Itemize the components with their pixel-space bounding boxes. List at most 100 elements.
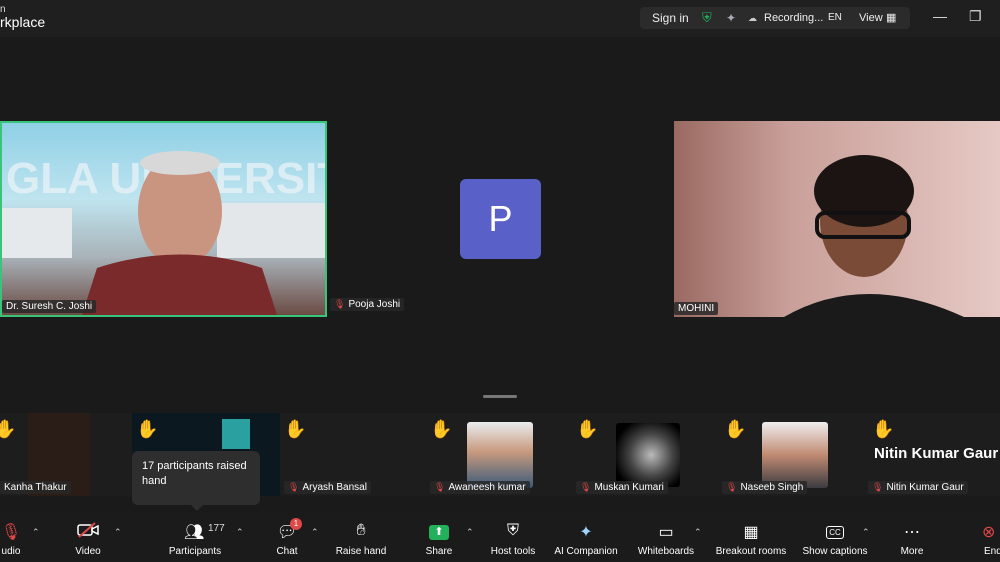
video-off-icon xyxy=(68,522,108,543)
host-tools-button[interactable]: ⛨ Host tools xyxy=(484,513,542,562)
participant-name-label: 🎙︎ Pooja Joshi xyxy=(330,298,405,311)
raised-hand-icon: ✋ xyxy=(430,419,453,439)
chat-unread-badge: 1 xyxy=(290,518,302,530)
share-label: Share xyxy=(425,546,453,557)
video-tile-active-speaker[interactable]: GLA UNIVERSITY Dr. Suresh C. Joshi xyxy=(0,121,327,317)
mic-off-icon: 🎙︎ xyxy=(726,482,738,492)
participant-display-name: Nitin Kumar Gaur xyxy=(874,445,999,462)
share-button[interactable]: ⬆ Share xyxy=(420,513,458,562)
grid-view-icon[interactable]: ▦ xyxy=(886,7,896,29)
shield-check-icon[interactable]: ⛨ xyxy=(702,7,712,29)
sign-in-button[interactable]: Sign in xyxy=(652,7,689,29)
sparkle-icon: ✦ xyxy=(579,524,593,541)
captions-icon: CC xyxy=(800,522,870,540)
speaker-video: GLA UNIVERSITY xyxy=(2,151,325,315)
tooltip-arrow xyxy=(191,505,203,511)
video-tile[interactable]: MOHINI xyxy=(674,121,1000,317)
end-button[interactable]: ⊗ End xyxy=(978,513,1000,562)
raise-hand-button[interactable]: ✋︎ Raise hand xyxy=(332,513,390,562)
participants-count: 177 xyxy=(208,523,225,534)
shield-icon: ⛨ xyxy=(506,522,519,539)
share-options-caret[interactable]: ⌃ xyxy=(466,527,474,538)
participant-name: Muskan Kumari xyxy=(594,482,664,493)
audio-label: udio xyxy=(1,546,21,557)
more-icon: ⋯ xyxy=(904,524,920,541)
chat-button[interactable]: 💬︎ 1 Chat xyxy=(270,513,304,562)
strip-resize-handle[interactable] xyxy=(483,395,517,398)
raise-hand-label: Raise hand xyxy=(335,546,387,557)
mic-off-icon: 🎙︎ xyxy=(288,482,300,492)
participant-name: Nitin Kumar Gaur xyxy=(886,482,964,493)
strip-tile[interactable]: ✋ 🎙︎ Aryash Bansal xyxy=(280,413,426,496)
video-options-caret[interactable]: ⌃ xyxy=(114,527,122,538)
participant-name: Kanha Thakur xyxy=(4,482,67,493)
participant-video xyxy=(784,155,964,317)
mic-off-icon: 🎙︎ xyxy=(434,482,446,492)
participants-button[interactable]: 👥︎ 177 Participants xyxy=(162,513,228,562)
raised-hand-icon: ✋ xyxy=(724,419,747,439)
show-captions-label: Show captions xyxy=(802,546,868,557)
participants-options-caret[interactable]: ⌃ xyxy=(236,527,244,538)
strip-tile[interactable]: ✋ Nitin Kumar Gaur 🎙︎ Nitin Kumar Gaur xyxy=(864,413,1000,496)
raised-hand-icon: ✋ xyxy=(284,419,307,439)
view-button[interactable]: View xyxy=(859,7,883,29)
participant-name-label: Kanha Thakur xyxy=(0,481,71,494)
participant-name: Naseeb Singh xyxy=(740,482,804,493)
video-button[interactable]: Video xyxy=(68,513,108,562)
strip-tile[interactable]: ✋ 🎙︎ Naseeb Singh xyxy=(718,413,864,496)
breakout-rooms-button[interactable]: ▦ Breakout rooms xyxy=(712,513,790,562)
logo-line2: rkplace xyxy=(0,14,46,30)
host-tools-label: Host tools xyxy=(490,546,536,557)
chat-options-caret[interactable]: ⌃ xyxy=(311,527,319,538)
participant-name: MOHINI xyxy=(678,303,715,314)
video-label: Video xyxy=(75,546,101,557)
strip-tile[interactable]: ✋ 🎙︎ Awaneesh kumar xyxy=(426,413,572,496)
more-button[interactable]: ⋯ More xyxy=(892,513,932,562)
whiteboards-button[interactable]: ▭ Whiteboards xyxy=(634,513,698,562)
mic-off-icon: 🎙︎ xyxy=(872,482,884,492)
end-icon: ⊗ xyxy=(982,524,996,541)
captions-options-caret[interactable]: ⌃ xyxy=(862,527,870,538)
participant-name-label: 🎙︎ Naseeb Singh xyxy=(722,481,808,494)
ai-companion-label: AI Companion xyxy=(554,546,618,557)
participant-name-label: Dr. Suresh C. Joshi xyxy=(2,300,97,313)
participant-name-label: MOHINI xyxy=(674,302,719,315)
end-label: End xyxy=(984,546,1000,557)
recording-status[interactable]: Recording... xyxy=(764,7,823,29)
participant-name: Dr. Suresh C. Joshi xyxy=(6,301,93,312)
language-button[interactable]: EN xyxy=(828,7,842,29)
raised-hand-icon: ✋ xyxy=(0,419,17,439)
breakout-rooms-label: Breakout rooms xyxy=(715,546,787,557)
participant-name-label: 🎙︎ Muskan Kumari xyxy=(576,481,668,494)
title-controls: Sign in ⛨ ✦ ☁ Recording... EN View ▦ xyxy=(640,7,910,29)
sparkle-icon[interactable]: ✦ xyxy=(726,7,736,29)
participants-label: Participants xyxy=(168,546,222,557)
participant-name-label: 🎙︎ Nitin Kumar Gaur xyxy=(868,481,968,494)
ai-companion-button[interactable]: ✦ AI Companion xyxy=(550,513,622,562)
whiteboards-label: Whiteboards xyxy=(637,546,695,557)
hand-icon: ✋︎ xyxy=(356,522,366,539)
more-label: More xyxy=(900,546,924,557)
avatar-tile[interactable]: P xyxy=(460,179,541,259)
participant-name: Awaneesh kumar xyxy=(448,482,526,493)
strip-tile[interactable]: ✋ Kanha Thakur xyxy=(0,413,132,496)
audio-button[interactable]: 🎙︎ udio xyxy=(0,513,28,562)
audio-options-caret[interactable]: ⌃ xyxy=(32,527,40,538)
raised-hand-icon: ✋ xyxy=(576,419,599,439)
participant-photo xyxy=(616,423,680,487)
meeting-toolbar: 🎙︎ udio ⌃ Video ⌃ 👥︎ 177 Participants ⌃ … xyxy=(0,513,1000,562)
show-captions-button[interactable]: CC Show captions xyxy=(800,513,870,562)
avatar-letter: P xyxy=(488,198,513,239)
participant-video xyxy=(222,419,250,449)
raised-hand-icon: ✋ xyxy=(136,419,159,439)
restore-button[interactable]: ❐ xyxy=(969,8,982,25)
participant-name-label: 🎙︎ Awaneesh kumar xyxy=(430,481,530,494)
strip-tile[interactable]: ✋ 🎙︎ Muskan Kumari xyxy=(572,413,718,496)
mic-off-icon: 🎙︎ xyxy=(0,524,22,541)
title-bar: n rkplace Sign in ⛨ ✦ ☁ Recording... EN … xyxy=(0,0,1000,37)
whiteboards-options-caret[interactable]: ⌃ xyxy=(694,527,702,538)
mic-off-icon: 🎙︎ xyxy=(334,299,346,309)
breakout-rooms-icon: ▦ xyxy=(743,524,759,541)
participant-photo xyxy=(467,422,533,488)
minimize-button[interactable]: — xyxy=(933,8,947,24)
